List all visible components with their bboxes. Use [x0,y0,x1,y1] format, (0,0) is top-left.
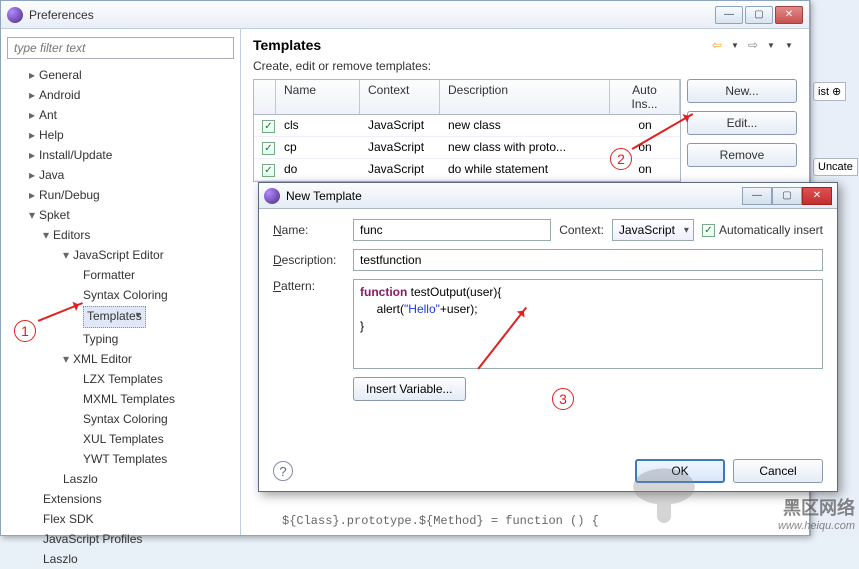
dialog-close-button[interactable]: ✕ [802,187,832,205]
watermark-logo-icon [629,460,699,530]
context-select[interactable]: JavaScript [612,219,694,241]
filter-input[interactable] [7,37,234,59]
tree-ant[interactable]: ▸Ant [7,105,234,125]
templates-button-column: New... Edit... Remove [687,79,797,182]
insert-variable-button[interactable]: Insert Variable... [353,377,466,401]
preferences-tree[interactable]: ▸General ▸Android ▸Ant ▸Help ▸Install/Up… [7,65,234,569]
tree-syntax-coloring-2[interactable]: Syntax Coloring [7,409,234,429]
templates-table[interactable]: ✓ cls JavaScript new class on ✓ cp JavaS… [253,115,681,182]
tree-formatter[interactable]: Formatter [7,265,234,285]
tree-editors[interactable]: ▾Editors [7,225,234,245]
name-input[interactable] [353,219,551,241]
tree-spket[interactable]: ▾Spket [7,205,234,225]
th-context[interactable]: Context [360,80,440,114]
forward-icon[interactable]: ⇨ [745,37,761,53]
table-row[interactable]: ✓ cls JavaScript new class on [254,115,680,137]
close-button[interactable]: ✕ [775,6,803,24]
tree-syntax-coloring[interactable]: Syntax Coloring [7,285,234,305]
row-checkbox[interactable]: ✓ [262,142,275,155]
section-toolbar: ⇦ ▼ ⇨ ▼ ▼ [709,37,797,53]
preferences-sidebar: ▸General ▸Android ▸Ant ▸Help ▸Install/Up… [1,29,241,535]
auto-insert-label: Automatically insert [719,223,823,237]
edit-button[interactable]: Edit... [687,111,797,135]
pattern-textarea[interactable]: function testOutput(user){ alert("Hello"… [353,279,823,369]
background-code-preview: ${Class}.prototype.${Method} = function … [282,514,599,528]
auto-insert-checkbox[interactable]: ✓ [702,224,715,237]
tree-xul[interactable]: XUL Templates [7,429,234,449]
name-label: Name: [273,223,345,237]
cancel-button[interactable]: Cancel [733,459,823,483]
context-label: Context: [559,223,604,237]
table-row[interactable]: ✓ do JavaScript do while statement on [254,159,680,181]
tree-ywt[interactable]: YWT Templates [7,449,234,469]
th-description[interactable]: Description [440,80,610,114]
remove-button[interactable]: Remove [687,143,797,167]
pattern-label: Pattern: [273,279,345,293]
minimize-button[interactable]: — [715,6,743,24]
tree-general[interactable]: ▸General [7,65,234,85]
section-heading: Templates [253,37,709,53]
th-auto-insert[interactable]: Auto Ins... [610,80,680,114]
back-menu-icon[interactable]: ▼ [727,37,743,53]
tree-install[interactable]: ▸Install/Update [7,145,234,165]
table-header: Name Context Description Auto Ins... [253,79,681,115]
view-menu-icon[interactable]: ▼ [781,37,797,53]
new-template-dialog: New Template — ▢ ✕ Name: Context: JavaSc… [258,182,838,492]
tree-js-editor[interactable]: ▾JavaScript Editor [7,245,234,265]
description-input[interactable] [353,249,823,271]
tree-android[interactable]: ▸Android [7,85,234,105]
th-name[interactable]: Name [276,80,360,114]
section-subtitle: Create, edit or remove templates: [241,59,809,79]
dialog-title: New Template [286,189,736,203]
bg-tab-1: ist ⊕ [813,82,846,101]
tree-mxml[interactable]: MXML Templates [7,389,234,409]
new-button[interactable]: New... [687,79,797,103]
tree-flex[interactable]: Flex SDK [7,509,234,529]
dialog-minimize-button[interactable]: — [742,187,772,205]
tree-xml-editor[interactable]: ▾XML Editor [7,349,234,369]
tree-help[interactable]: ▸Help [7,125,234,145]
tree-templates[interactable]: Templates [7,305,234,329]
table-row[interactable]: ✓ cp JavaScript new class with proto... … [254,137,680,159]
maximize-button[interactable]: ▢ [745,6,773,24]
eclipse-icon [264,188,280,204]
tree-laszlo[interactable]: Laszlo [7,469,234,489]
tree-rundebug[interactable]: ▸Run/Debug [7,185,234,205]
row-checkbox[interactable]: ✓ [262,120,275,133]
tree-extensions[interactable]: Extensions [7,489,234,509]
description-label: Description: [273,253,345,267]
tree-java[interactable]: ▸Java [7,165,234,185]
tree-jsprofiles[interactable]: JavaScript Profiles [7,529,234,549]
tree-typing[interactable]: Typing [7,329,234,349]
row-checkbox[interactable]: ✓ [262,164,275,177]
th-checkbox [254,80,276,114]
help-icon[interactable]: ? [273,461,293,481]
forward-menu-icon[interactable]: ▼ [763,37,779,53]
bg-tab-2: Uncate [813,158,858,176]
preferences-titlebar[interactable]: Preferences — ▢ ✕ [1,1,809,29]
eclipse-icon [7,7,23,23]
dialog-titlebar[interactable]: New Template — ▢ ✕ [259,183,837,209]
watermark: 黑区网络 www.heiqu.com [778,494,855,532]
back-icon[interactable]: ⇦ [709,37,725,53]
preferences-title: Preferences [29,8,709,22]
tree-laszlo-2[interactable]: Laszlo [7,549,234,569]
tree-lzx[interactable]: LZX Templates [7,369,234,389]
dialog-maximize-button[interactable]: ▢ [772,187,802,205]
